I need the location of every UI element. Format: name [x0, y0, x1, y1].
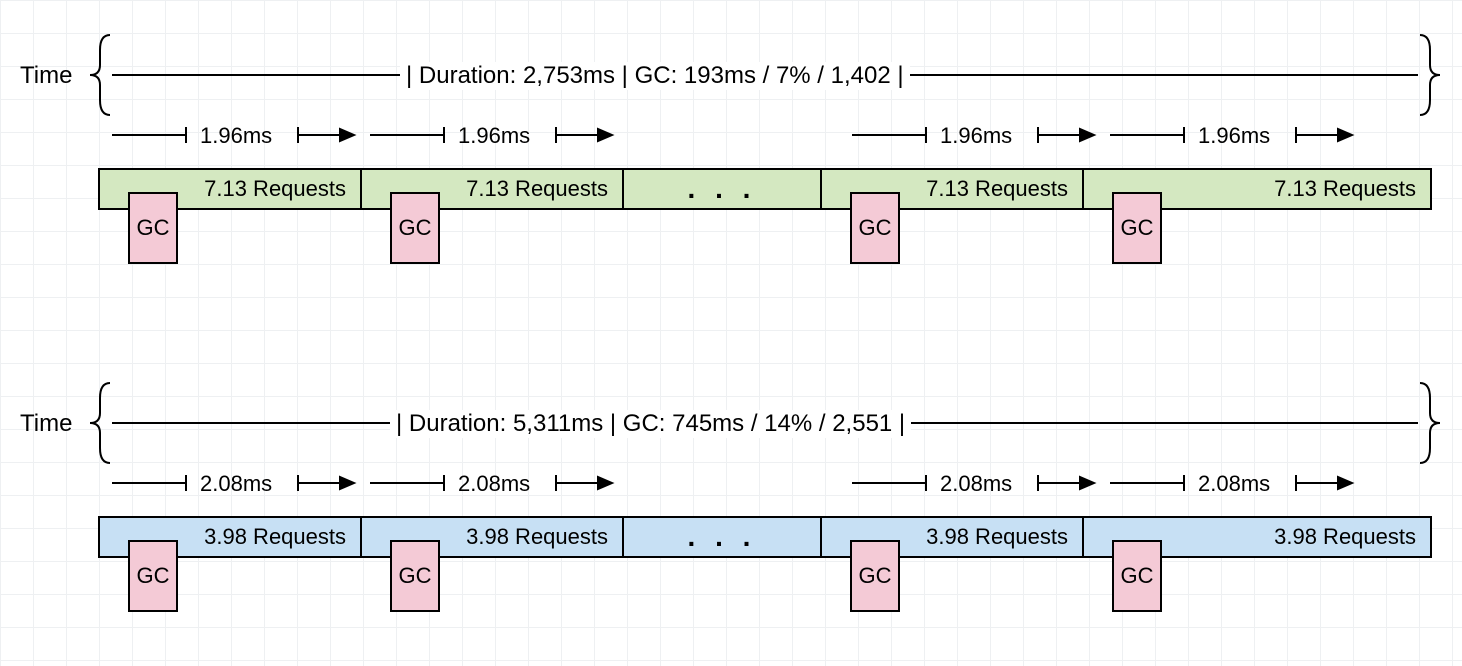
gc-box: GC — [390, 540, 440, 612]
ellipsis: . . . — [688, 521, 757, 553]
gc-box: GC — [390, 192, 440, 264]
brace-svg-1 — [0, 0, 1462, 300]
tick-label: 1.96ms — [200, 123, 272, 149]
gc-box: GC — [1112, 540, 1162, 612]
gc-box: GC — [850, 540, 900, 612]
gc-box: GC — [1112, 192, 1162, 264]
tick-label: 2.08ms — [940, 471, 1012, 497]
summary-text: | Duration: 5,311ms | GC: 745ms / 14% / … — [390, 410, 911, 438]
tick-label: 2.08ms — [458, 471, 530, 497]
tick-label: 1.96ms — [940, 123, 1012, 149]
gc-box: GC — [128, 192, 178, 264]
timeline-row-1: Time — [0, 0, 1462, 300]
ellipsis: . . . — [688, 173, 757, 205]
gc-box: GC — [850, 192, 900, 264]
gc-box: GC — [128, 540, 178, 612]
brace-svg-2 — [0, 348, 1462, 648]
requests-box-ellipsis: . . . — [622, 168, 822, 210]
tick-label: 1.96ms — [458, 123, 530, 149]
tick-label: 2.08ms — [1198, 471, 1270, 497]
time-label: Time — [20, 62, 72, 90]
summary-text: | Duration: 2,753ms | GC: 193ms / 7% / 1… — [400, 62, 910, 90]
time-label: Time — [20, 410, 72, 438]
tick-label: 1.96ms — [1198, 123, 1270, 149]
tick-label: 2.08ms — [200, 471, 272, 497]
requests-box-ellipsis: . . . — [622, 516, 822, 558]
timeline-row-2: Time | Duration: 5,311ms — [0, 348, 1462, 648]
